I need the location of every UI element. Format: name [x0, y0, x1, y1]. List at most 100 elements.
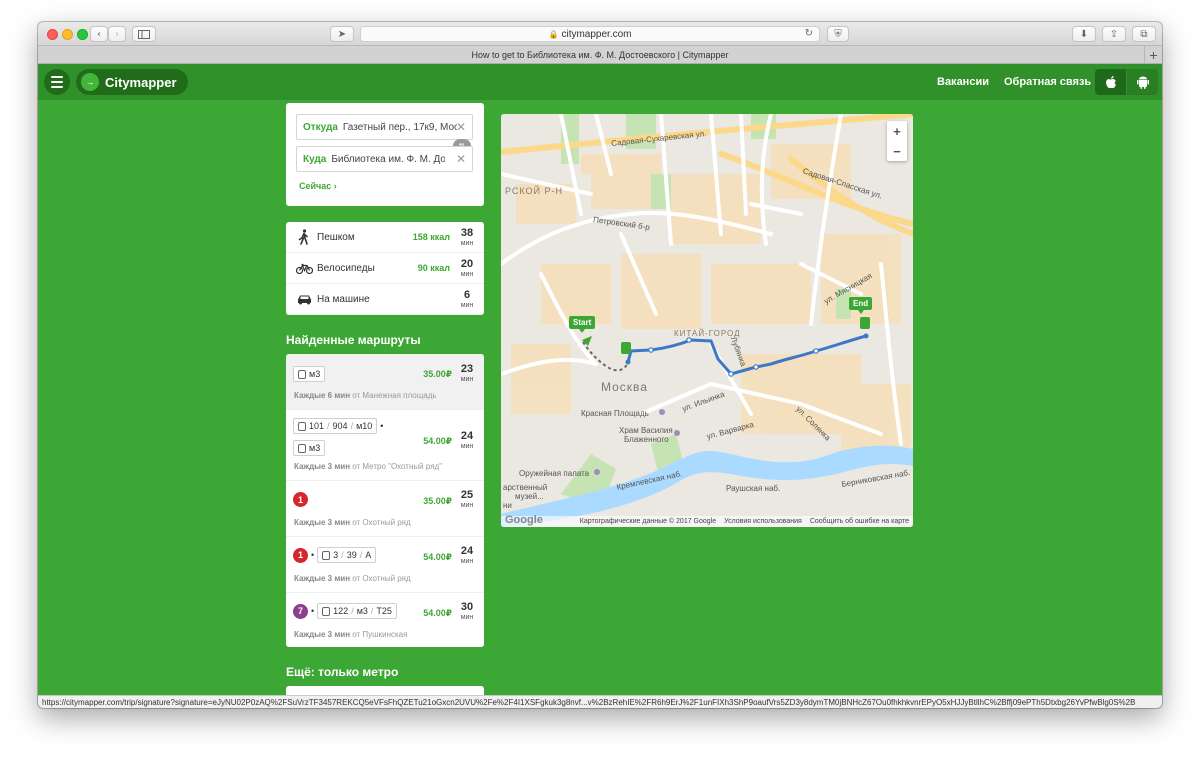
downloads-button[interactable]: ⬇ — [1072, 26, 1096, 42]
sidebar-icon — [138, 29, 150, 39]
bus-line-chip: м3 — [293, 366, 326, 382]
mode-name: Велосипеды — [317, 262, 375, 274]
map-data-credit: Картографические данные © 2017 Google — [579, 518, 717, 525]
bus-icon — [298, 443, 306, 453]
share-button[interactable]: ⇪ — [1102, 26, 1126, 42]
bus-line-chip: 122/м3/Т25 — [317, 603, 397, 619]
route-lines: м3 — [293, 366, 326, 382]
search-card: Откуда Газетный пер., 17к9, Москва ✕ ⇅ К… — [286, 103, 484, 206]
mode-duration: 38 мин — [460, 226, 474, 247]
zoom-window-button[interactable] — [77, 29, 88, 40]
clear-to-icon[interactable]: ✕ — [456, 152, 466, 166]
reload-icon[interactable]: ↻ — [805, 28, 813, 39]
mode-row-walk[interactable]: Пешком 158 ккал 38 мин — [286, 222, 484, 253]
chevron-right-icon: › — [115, 28, 119, 40]
route-option[interactable]: 1 35.00₽ 25 мин Каждые 3 мин от Охотный р… — [286, 481, 484, 537]
mode-row-bicycle[interactable]: Велосипеды 90 ккал 20 мин — [286, 253, 484, 284]
route-frequency: Каждые 3 мин от Охотный ряд — [294, 574, 411, 583]
more-routes-title: Ещё: только метро — [286, 665, 399, 679]
transfer-dot: • — [380, 421, 384, 431]
shield-icon: ⛨ — [834, 28, 842, 40]
to-value[interactable]: Библиотека им. Ф. М. Достоевского — [331, 154, 445, 165]
mode-name: Пешком — [317, 231, 355, 243]
close-window-button[interactable] — [47, 29, 58, 40]
route-option[interactable]: 7 • 122/м3/Т25 54.00₽ 30 мин Каждые 3 мин… — [286, 593, 484, 647]
tab-title[interactable]: How to get to Библиотека им. Ф. М. Досто… — [472, 50, 729, 60]
report-error-link[interactable]: Сообщить об ошибке на карте — [810, 518, 909, 525]
chevron-right-icon: › — [333, 181, 337, 191]
map-label-district: РСКОЙ Р-Н — [505, 186, 564, 196]
page-content: Откуда Газетный пер., 17к9, Москва ✕ ⇅ К… — [38, 100, 1162, 708]
shield-extension-button[interactable]: ⛨ — [827, 26, 849, 42]
app-store-button[interactable] — [1095, 69, 1126, 95]
route-frequency: Каждые 3 мин от Метро "Охотный ряд" — [294, 462, 443, 471]
route-map[interactable]: РСКОЙ Р-Н Москва КИТАЙ-ГОРОД Красная Пло… — [501, 114, 913, 527]
mode-kcal: 158 ккал — [412, 232, 450, 242]
route-option[interactable]: 101/904/м10 • м3 54.00₽ 24 мин Каждые 3 м… — [286, 410, 484, 481]
address-bar[interactable]: 🔒 citymapper.com ↻ — [360, 26, 820, 42]
sidebar-button[interactable] — [132, 26, 156, 42]
map-label-basil-2: Блаженного — [624, 435, 669, 444]
extension-button[interactable]: ➤ — [330, 26, 354, 42]
from-field[interactable]: Откуда Газетный пер., 17к9, Москва ✕ — [296, 114, 473, 140]
map-label-red-square: Красная Площадь — [581, 409, 649, 418]
routes-card: м3 35.00₽ 23 мин Каждые 6 мин от Манежная… — [286, 354, 484, 647]
tab-bar: How to get to Библиотека им. Ф. М. Досто… — [38, 46, 1162, 64]
route-price: 35.00₽ — [423, 496, 452, 506]
bus-line-chip: м3 — [293, 440, 326, 456]
mode-row-car[interactable]: На машине 6 мин — [286, 284, 484, 315]
route-duration: 24 мин — [460, 430, 474, 451]
cursor-icon: ➤ — [337, 28, 347, 40]
mode-duration: 20 мин — [460, 257, 474, 278]
terms-link[interactable]: Условия использования — [724, 518, 802, 525]
route-price: 54.00₽ — [423, 608, 452, 618]
route-duration: 30 мин — [460, 601, 474, 622]
citymapper-arrow-icon: → — [81, 73, 99, 91]
browser-toolbar: ‹ › ➤ 🔒 citymapper.com ↻ ⛨ ⬇ ⇪ ⧉ — [38, 22, 1162, 46]
to-field[interactable]: Куда Библиотека им. Ф. М. Достоевского ✕ — [296, 146, 473, 172]
nav-link-feedback[interactable]: Обратная связь — [1004, 76, 1091, 88]
car-icon — [294, 294, 314, 305]
route-lines: 1 — [293, 492, 308, 507]
citymapper-logo[interactable]: → Citymapper — [76, 69, 188, 95]
end-marker[interactable]: End — [849, 297, 873, 314]
browser-window: ‹ › ➤ 🔒 citymapper.com ↻ ⛨ ⬇ ⇪ ⧉ How to … — [38, 22, 1162, 708]
time-selector[interactable]: Сейчас › — [299, 181, 337, 191]
map-label-museum-3: ни — [503, 501, 512, 510]
back-button[interactable]: ‹ — [90, 26, 108, 42]
tram-line-chip: 3/39/А — [317, 547, 377, 563]
brand-name: Citymapper — [105, 74, 177, 90]
mode-duration: 6 мин — [460, 288, 474, 309]
new-tab-button[interactable]: + — [1144, 46, 1162, 63]
start-marker[interactable]: Start — [569, 316, 596, 333]
hamburger-icon-line — [51, 81, 63, 83]
mode-name: На машине — [317, 293, 370, 305]
zoom-in-button[interactable]: + — [893, 124, 901, 139]
hamburger-icon-line — [51, 86, 63, 88]
from-label: Откуда — [303, 121, 338, 133]
modes-card: Пешком 158 ккал 38 мин Велосипеды 90 ккал… — [286, 222, 484, 315]
zoom-out-button[interactable]: − — [893, 144, 901, 159]
minimize-window-button[interactable] — [62, 29, 73, 40]
clear-from-icon[interactable]: ✕ — [456, 120, 466, 134]
route-option[interactable]: м3 35.00₽ 23 мин Каждые 6 мин от Манежная… — [286, 354, 484, 410]
route-option[interactable]: 1 • 3/39/А 54.00₽ 24 мин Каждые 3 мин от … — [286, 537, 484, 593]
from-value[interactable]: Газетный пер., 17к9, Москва — [343, 122, 457, 133]
route-frequency: Каждые 3 мин от Охотный ряд — [294, 518, 411, 527]
route-price: 54.00₽ — [423, 552, 452, 562]
map-label-museum-2: музей... — [515, 492, 544, 501]
google-play-button[interactable] — [1127, 69, 1158, 95]
nav-link-vacancies[interactable]: Вакансии — [937, 76, 989, 88]
menu-button[interactable] — [44, 69, 70, 95]
route-lines: 1 • 3/39/А — [293, 547, 377, 563]
forward-button[interactable]: › — [108, 26, 126, 42]
time-label: Сейчас — [299, 181, 332, 191]
chevron-left-icon: ‹ — [97, 28, 101, 40]
metro-line-badge: 1 — [293, 547, 308, 563]
route-lines: 101/904/м10 • — [293, 418, 383, 434]
walk-icon — [294, 229, 314, 245]
site-header: → Citymapper Вакансии Обратная связь — [38, 64, 1162, 100]
transfer-dot: • — [311, 606, 315, 616]
tabs-overview-button[interactable]: ⧉ — [1132, 26, 1156, 42]
map-label-basil-1: Храм Василия — [619, 426, 673, 435]
